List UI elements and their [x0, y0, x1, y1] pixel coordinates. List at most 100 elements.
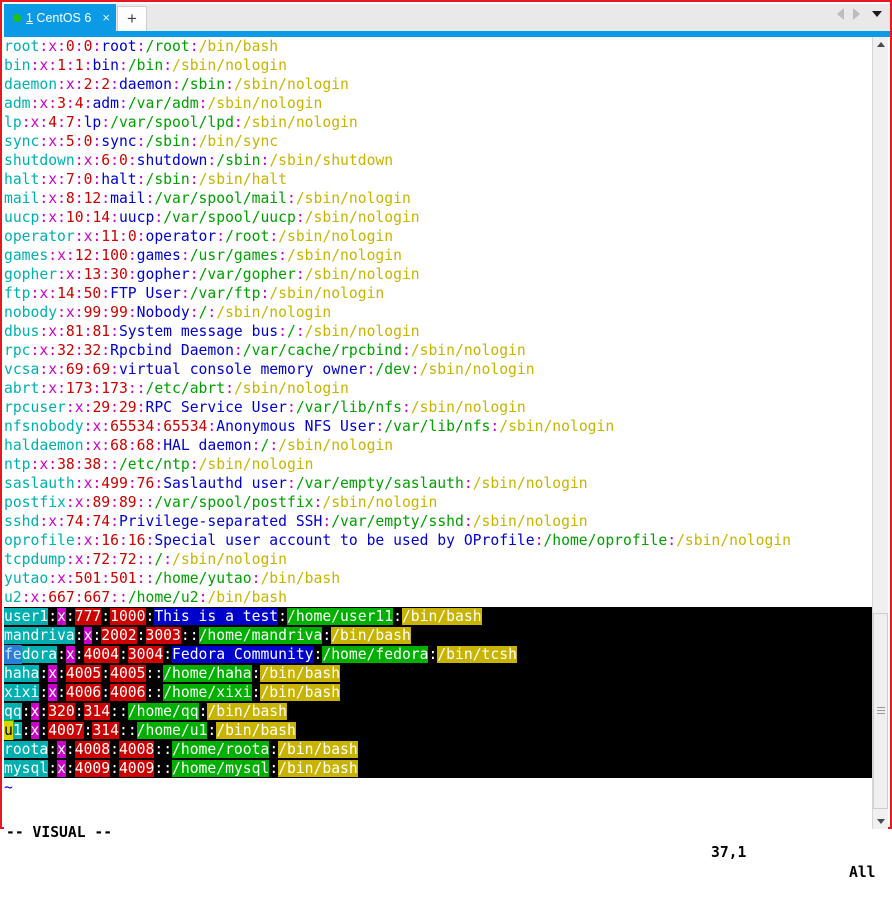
field-separator: :: [136, 380, 146, 397]
scrollbar-thumb[interactable]: [873, 613, 888, 809]
passwd-entry-row[interactable]: operator:x:11:0:operator:/root:/sbin/nol…: [4, 227, 874, 246]
field-shell: /sbin/nologin: [207, 95, 323, 112]
scroll-down-icon[interactable]: [873, 814, 888, 829]
field-separator: :: [154, 684, 164, 701]
passwd-entry-row[interactable]: daemon:x:2:2:daemon:/sbin:/sbin/nologin: [4, 75, 874, 94]
field-username: rpc: [4, 342, 31, 359]
passwd-entry-row[interactable]: roota:x:4008:4008::/home/roota:/bin/bash: [4, 740, 874, 759]
field-separator: :: [39, 513, 49, 530]
field-separator: :: [101, 437, 111, 454]
passwd-entry-row[interactable]: halt:x:7:0:halt:/sbin:/sbin/halt: [4, 170, 874, 189]
passwd-entry-row[interactable]: uucp:x:10:14:uucp:/var/spool/uucp:/sbin/…: [4, 208, 874, 227]
field-separator: :: [110, 323, 119, 340]
text-cursor: u: [4, 720, 14, 741]
passwd-entry-row[interactable]: mail:x:8:12:mail:/var/spool/mail:/sbin/n…: [4, 189, 874, 208]
scrollbar-grip-icon: [877, 707, 885, 715]
field-gid: 4008: [118, 741, 155, 758]
field-username: 1: [12, 722, 22, 739]
passwd-entry-row[interactable]: postfix:x:89:89::/var/spool/postfix:/sbi…: [4, 493, 874, 512]
field-home: /: [286, 323, 296, 340]
field-separator: :: [110, 513, 119, 530]
selection-padding: [516, 646, 553, 663]
passwd-entry-row[interactable]: oprofile:x:16:16:Special user account to…: [4, 531, 874, 550]
field-separator: :: [110, 152, 119, 169]
passwd-entry-row[interactable]: nobody:x:99:99:Nobody:/:/sbin/nologin: [4, 303, 874, 322]
scroll-up-icon[interactable]: [873, 37, 888, 52]
passwd-entry-row[interactable]: xixi:x:4006:4006::/home/xixi:/bin/bash: [4, 683, 874, 702]
passwd-entry-row[interactable]: sshd:x:74:74:Privilege-separated SSH:/va…: [4, 512, 874, 531]
chevron-right-icon[interactable]: [853, 7, 860, 20]
field-separator: :: [39, 209, 49, 226]
field-shell: /sbin/nologin: [472, 513, 588, 530]
field-password-placeholder: x: [48, 209, 58, 226]
field-separator: :: [39, 665, 49, 682]
field-separator: :: [74, 114, 84, 131]
tab-centos-6[interactable]: 1 CentOS 6 ×: [4, 4, 116, 31]
passwd-entry-row[interactable]: haldaemon:x:68:68:HAL daemon:/:/sbin/nol…: [4, 436, 874, 455]
field-uid: 72: [92, 551, 111, 568]
passwd-entry-row[interactable]: mandriva:x:2002:3003::/home/mandriva:/bi…: [4, 626, 874, 645]
field-gid: 76: [136, 475, 155, 492]
field-separator: :: [39, 703, 49, 720]
field-separator: :: [57, 361, 66, 378]
vertical-scrollbar[interactable]: [872, 37, 888, 829]
passwd-entry-row[interactable]: ftp:x:14:50:FTP User:/var/ftp:/sbin/nolo…: [4, 284, 874, 303]
field-comment: This is a test: [154, 608, 279, 625]
field-separator: :: [74, 304, 84, 321]
passwd-entry-row[interactable]: tcpdump:x:72:72::/:/sbin/nologin: [4, 550, 874, 569]
field-separator: :: [57, 133, 66, 150]
field-separator: :: [65, 57, 75, 74]
passwd-entry-row[interactable]: rpc:x:32:32:Rpcbind Daemon:/var/cache/rp…: [4, 341, 874, 360]
tab-nav-controls: [837, 0, 890, 31]
passwd-entry-row[interactable]: qq:x:320:314::/home/qq:/bin/bash: [4, 702, 874, 721]
field-separator: :: [74, 475, 84, 492]
vim-buffer[interactable]: root:x:0:0:root:/root:/bin/bash bin:x:1:1…: [4, 37, 874, 829]
field-shell: /bin/bash: [216, 722, 296, 739]
field-username: oprofile: [4, 532, 75, 549]
passwd-entry-row[interactable]: fedora:x:4004:3004:Fedora Community:/hom…: [4, 645, 874, 664]
passwd-entry-row[interactable]: vcsa:x:69:69:virtual console memory owne…: [4, 360, 874, 379]
passwd-entry-row[interactable]: gopher:x:13:30:gopher:/var/gopher:/sbin/…: [4, 265, 874, 284]
passwd-entry-row[interactable]: sync:x:5:0:sync:/sbin:/bin/sync: [4, 132, 874, 151]
field-separator: :: [127, 266, 137, 283]
passwd-entry-row[interactable]: shutdown:x:6:0:shutdown:/sbin:/sbin/shut…: [4, 151, 874, 170]
chevron-down-icon[interactable]: [872, 10, 882, 17]
passwd-entry-row[interactable]: u1:x:4007:314::/home/u1:/bin/bash: [4, 720, 874, 741]
passwd-entry-row[interactable]: rpcuser:x:29:29:RPC Service User:/var/li…: [4, 398, 874, 417]
chevron-left-icon[interactable]: [837, 7, 844, 20]
field-shell: /sbin/nologin: [242, 114, 358, 131]
field-separator: :: [101, 684, 111, 701]
passwd-entry-row[interactable]: ntp:x:38:38::/etc/ntp:/sbin/nologin: [4, 455, 874, 474]
passwd-entry-row[interactable]: dbus:x:81:81:System message bus:/:/sbin/…: [4, 322, 874, 341]
passwd-entry-row[interactable]: root:x:0:0:root:/root:/bin/bash: [4, 37, 874, 56]
passwd-entry-row[interactable]: games:x:12:100:games:/usr/games:/sbin/no…: [4, 246, 874, 265]
field-home: /home/mandriva: [198, 627, 323, 644]
passwd-entry-row[interactable]: haha:x:4005:4005::/home/haha:/bin/bash: [4, 664, 874, 683]
field-uid: 3: [57, 95, 66, 112]
field-shell: /bin/bash: [207, 589, 287, 606]
field-separator: :: [48, 57, 58, 74]
passwd-entry-row[interactable]: adm:x:3:4:adm:/var/adm:/sbin/nologin: [4, 94, 874, 113]
passwd-entry-row[interactable]: abrt:x:173:173::/etc/abrt:/sbin/nologin: [4, 379, 874, 398]
selection-padding: [357, 760, 553, 777]
field-separator: :: [39, 722, 49, 739]
passwd-entry-row[interactable]: saslauth:x:499:76:Saslauthd user:/var/em…: [4, 474, 874, 493]
close-icon[interactable]: ×: [102, 11, 110, 24]
field-separator: :: [295, 323, 305, 340]
passwd-entry-row[interactable]: bin:x:1:1:bin:/bin:/sbin/nologin: [4, 56, 874, 75]
selection-padding: [410, 627, 553, 644]
passwd-entry-row[interactable]: user1:x:777:1000:This is a test:/home/us…: [4, 607, 874, 626]
passwd-entry-row[interactable]: mysql:x:4009:4009::/home/mysql:/bin/bash: [4, 759, 874, 778]
field-separator: :: [101, 190, 111, 207]
field-separator: :: [57, 684, 66, 701]
field-password-placeholder: x: [48, 190, 58, 207]
field-uid: 89: [92, 494, 111, 511]
new-tab-button[interactable]: +: [116, 6, 147, 31]
field-gid: 0: [127, 228, 137, 245]
passwd-entry-row[interactable]: yutao:x:501:501::/home/yutao:/bin/bash: [4, 569, 874, 588]
passwd-entry-row[interactable]: nfsnobody:x:65534:65534:Anonymous NFS Us…: [4, 417, 874, 436]
passwd-entry-row[interactable]: lp:x:4:7:lp:/var/spool/lpd:/sbin/nologin: [4, 113, 874, 132]
field-separator: :: [225, 380, 234, 397]
passwd-entry-row[interactable]: u2:x:667:667::/home/u2:/bin/bash: [4, 588, 874, 607]
field-comment: root: [101, 38, 137, 55]
